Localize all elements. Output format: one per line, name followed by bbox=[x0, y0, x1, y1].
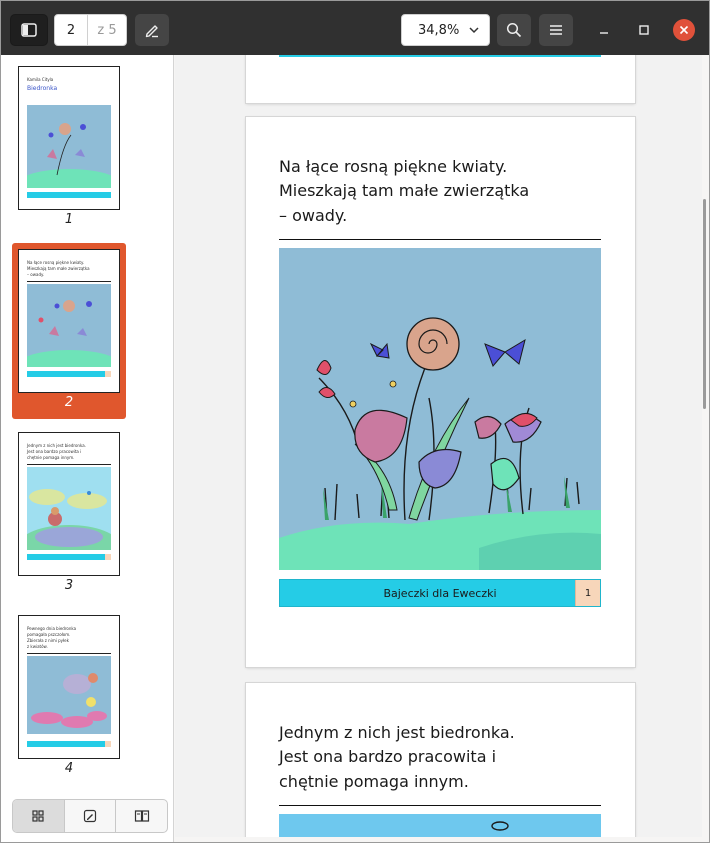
annotations-view-button[interactable] bbox=[65, 800, 117, 832]
sidebar-view-switcher bbox=[12, 799, 168, 833]
page-text-line: Jednym z nich jest biedronka. bbox=[279, 723, 515, 742]
zoom-value: 34,8% bbox=[418, 22, 460, 38]
thumbnail-number: 1 bbox=[64, 212, 74, 227]
pencil-icon bbox=[145, 25, 158, 38]
page-text-line: Mieszkają tam małe zwierzątka bbox=[279, 181, 530, 200]
thumbnail-page-4[interactable]: Pewnego dnia biedronka pomagała pszczoło… bbox=[12, 609, 126, 785]
sidebar-toggle-button[interactable] bbox=[10, 14, 48, 46]
page-illustration bbox=[279, 814, 601, 837]
thumbnail-preview: Jednym z nich jest biedronka. Jest ona b… bbox=[18, 432, 120, 576]
thumbnail-text-line: Pewnego dnia biedronka bbox=[27, 626, 77, 631]
close-button[interactable] bbox=[673, 19, 695, 41]
maximize-icon bbox=[639, 25, 649, 35]
page-selector: 2 z 5 bbox=[54, 14, 127, 46]
page-footer: Bajeczki dla Eweczki 1 bbox=[279, 579, 601, 607]
thumbnail-text-line: Na łące rosną piękne kwiaty. bbox=[27, 260, 85, 265]
thumbnail-text-line: z kwiatów. bbox=[27, 644, 48, 649]
page-footer-number: 1 bbox=[575, 580, 600, 606]
book-icon bbox=[134, 810, 149, 822]
total-pages-label: z 5 bbox=[97, 22, 117, 38]
thumbnail-footer bbox=[27, 192, 111, 198]
thumbnail-rule bbox=[27, 281, 111, 282]
edit-icon bbox=[83, 809, 97, 823]
annotate-button[interactable] bbox=[135, 14, 169, 46]
thumbnail-author: Kamila Cityla bbox=[27, 77, 54, 82]
page-text-line: Jest ona bardzo pracowita i bbox=[279, 747, 497, 766]
thumbnail-footer bbox=[27, 554, 111, 560]
thumbnail-page-3[interactable]: Jednym z nich jest biedronka. Jest ona b… bbox=[12, 426, 126, 602]
chevron-down-icon bbox=[469, 27, 479, 34]
thumbnail-number: 3 bbox=[64, 578, 74, 593]
hamburger-menu-icon bbox=[550, 25, 562, 35]
thumbnail-text-line: – owady. bbox=[27, 272, 45, 277]
thumbnail-preview: Pewnego dnia biedronka pomagała pszczoło… bbox=[18, 615, 120, 759]
sidebar-toggle-icon bbox=[21, 23, 37, 37]
page-rule bbox=[279, 239, 601, 240]
thumbnail-preview: Kamila Cityla Biedronka bbox=[18, 66, 120, 210]
thumbnail-text-line: Jest ona bardzo pracowita i bbox=[27, 449, 82, 454]
thumbnail-page-2[interactable]: Na łące rosną piękne kwiaty. Mieszkają t… bbox=[12, 243, 126, 419]
thumbnail-text-line: chętnie pomaga innym. bbox=[27, 455, 75, 460]
document-page-3: Jednym z nich jest biedronka. Jest ona b… bbox=[246, 683, 635, 837]
thumbnail-text-line: Mieszkają tam małe zwierzątka bbox=[27, 266, 90, 271]
maximize-button[interactable] bbox=[633, 19, 655, 41]
search-button[interactable] bbox=[497, 14, 531, 46]
document-view[interactable]: Na łące rosną piękne kwiaty. Mieszkają t… bbox=[175, 55, 702, 837]
thumbnails-sidebar: Kamila Cityla Biedronka 1 Na łące rosną … bbox=[1, 55, 174, 842]
thumbnail-title: Biedronka bbox=[27, 85, 58, 92]
minimize-icon bbox=[600, 32, 608, 34]
search-icon bbox=[506, 22, 522, 38]
thumbnail-illustration bbox=[27, 284, 111, 367]
thumbnail-text-line: pomagała pszczołom. bbox=[27, 632, 71, 637]
header-bar: 2 z 5 34,8% bbox=[1, 1, 709, 55]
document-page-1 bbox=[246, 55, 635, 103]
thumbnail-footer bbox=[27, 371, 111, 377]
current-page-input[interactable]: 2 bbox=[55, 15, 88, 45]
zoom-selector[interactable]: 34,8% bbox=[401, 14, 490, 46]
thumbnail-illustration bbox=[27, 105, 111, 188]
close-icon bbox=[679, 25, 689, 35]
page-footer-bar bbox=[279, 55, 601, 57]
document-scrollbar[interactable] bbox=[703, 199, 706, 409]
document-page-2: Na łące rosną piękne kwiaty. Mieszkają t… bbox=[246, 117, 635, 667]
page-illustration bbox=[279, 248, 601, 570]
thumbnail-preview: Na łące rosną piękne kwiaty. Mieszkają t… bbox=[18, 249, 120, 393]
document-viewer-window: 2 z 5 34,8% Kamila Cityla Biedronka 1 Na… bbox=[0, 0, 710, 843]
thumbnail-rule bbox=[27, 464, 111, 465]
thumbnail-text-line: Jednym z nich jest biedronka. bbox=[27, 443, 86, 448]
main-menu-button[interactable] bbox=[539, 14, 573, 46]
thumbnail-illustration bbox=[27, 467, 111, 550]
thumbnail-rule bbox=[27, 653, 111, 654]
page-rule bbox=[279, 805, 601, 806]
thumbnail-footer bbox=[27, 741, 111, 747]
page-text-line: chętnie pomaga innym. bbox=[279, 772, 469, 791]
thumbnail-page-1[interactable]: Kamila Cityla Biedronka 1 bbox=[12, 60, 126, 236]
thumbnails-view-button[interactable] bbox=[13, 800, 65, 832]
minimize-button[interactable] bbox=[593, 19, 615, 41]
page-footer-text: Bajeczki dla Eweczki bbox=[383, 586, 497, 600]
thumbnail-illustration bbox=[27, 656, 111, 734]
thumbnail-number: 4 bbox=[64, 761, 74, 776]
grid-icon bbox=[32, 810, 44, 822]
thumbnail-text-line: Zbierała z nimi pyłek bbox=[27, 638, 69, 643]
outline-view-button[interactable] bbox=[116, 800, 167, 832]
thumbnail-number: 2 bbox=[64, 395, 74, 410]
page-text-line: Na łące rosną piękne kwiaty. bbox=[279, 157, 508, 176]
page-text-line: – owady. bbox=[279, 206, 348, 225]
